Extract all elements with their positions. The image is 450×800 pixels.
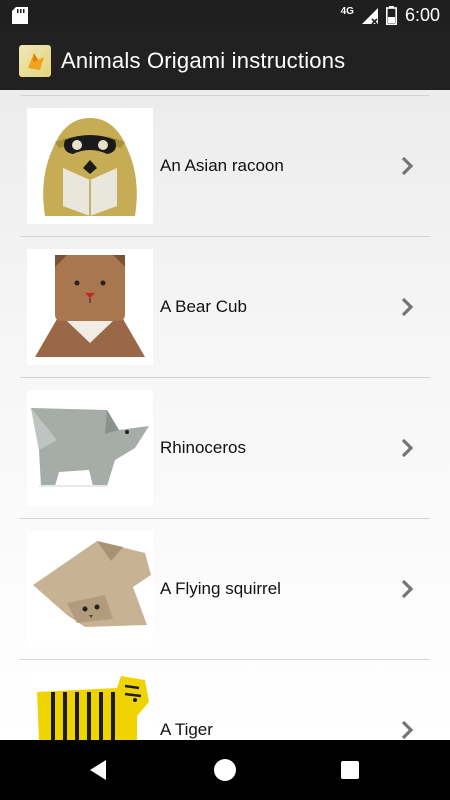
chevron-right-icon: [401, 297, 414, 317]
network-type: 4G: [340, 6, 354, 17]
navigation-bar: [0, 740, 450, 800]
back-icon[interactable]: [88, 759, 108, 781]
list-item-rhinoceros[interactable]: Rhinoceros: [20, 378, 430, 519]
origami-app-icon: [19, 44, 51, 77]
list-item-label: A Flying squirrel: [160, 579, 281, 598]
list-item-label: An Asian racoon: [160, 156, 284, 175]
list-item-label: Rhinoceros: [160, 438, 246, 457]
recents-icon[interactable]: [341, 761, 359, 779]
chevron-right-icon: [401, 156, 414, 176]
list-item-tiger[interactable]: A Tiger: [20, 660, 430, 740]
chevron-right-icon: [401, 579, 414, 599]
home-icon[interactable]: [214, 759, 236, 781]
animal-list[interactable]: An Asian racoon A Bear Cub Rhinoceros A …: [0, 90, 450, 740]
chevron-right-icon: [401, 720, 414, 740]
list-item-bear-cub[interactable]: A Bear Cub: [20, 237, 430, 378]
battery-icon: [385, 6, 397, 25]
status-bar: 4G 6:00: [0, 0, 450, 31]
list-item-flying-squirrel[interactable]: A Flying squirrel: [20, 519, 430, 660]
origami-racoon-image: [27, 108, 153, 224]
origami-tiger-image: [27, 672, 153, 740]
app-bar: Animals Origami instructions: [0, 31, 450, 90]
list-item-label: A Tiger: [160, 720, 213, 739]
chevron-right-icon: [401, 438, 414, 458]
clock: 6:00: [404, 5, 440, 25]
origami-rhinoceros-image: [27, 390, 153, 506]
sd-card-icon: [12, 7, 28, 24]
list-item-asian-racoon[interactable]: An Asian racoon: [20, 96, 430, 237]
list-item-label: A Bear Cub: [160, 297, 247, 316]
origami-flying-squirrel-image: [27, 531, 153, 647]
app-title: Animals Origami instructions: [61, 47, 346, 73]
origami-bear-cub-image: [27, 249, 153, 365]
signal-icon: [361, 7, 378, 24]
